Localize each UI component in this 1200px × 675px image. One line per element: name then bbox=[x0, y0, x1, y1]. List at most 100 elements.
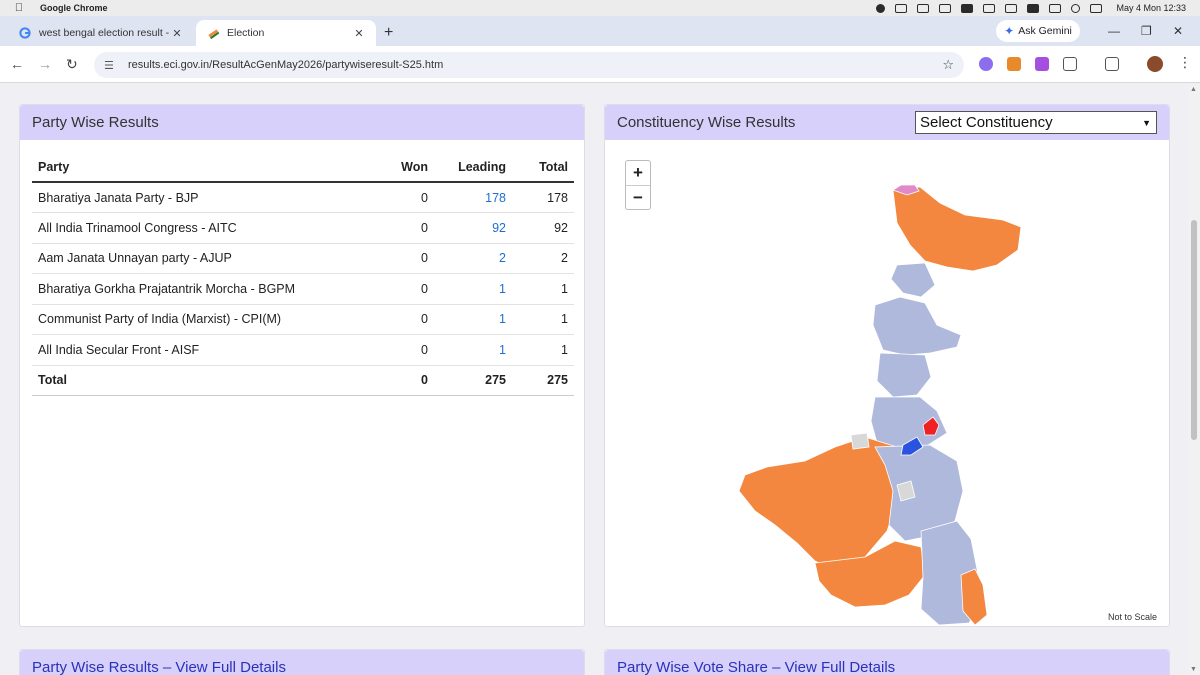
bookmark-star-icon[interactable]: ☆ bbox=[942, 57, 954, 73]
total-cell: 1 bbox=[512, 273, 574, 305]
map-region[interactable] bbox=[876, 352, 932, 398]
vote-share-full-details-card: Party Wise Vote Share – View Full Detail… bbox=[604, 649, 1170, 675]
col-party: Party bbox=[32, 152, 356, 183]
leading-cell[interactable]: 178 bbox=[434, 182, 512, 213]
table-row: Bharatiya Janata Party - BJP 0 178 178 bbox=[32, 182, 574, 213]
table-row: Bharatiya Gorkha Prajatantrik Morcha - B… bbox=[32, 273, 574, 305]
display-icon[interactable] bbox=[939, 3, 952, 13]
col-won: Won bbox=[356, 152, 434, 183]
leading-cell[interactable]: 1 bbox=[434, 334, 512, 366]
leading-cell[interactable]: 92 bbox=[434, 212, 512, 244]
table-row: All India Trinamool Congress - AITC 0 92 92 bbox=[32, 212, 574, 244]
extension-icon[interactable] bbox=[979, 57, 993, 71]
battery-icon[interactable] bbox=[961, 3, 974, 13]
zoom-out-button[interactable]: − bbox=[626, 185, 650, 209]
page-content: Party Wise Results Party Won Leading Tot… bbox=[0, 84, 1188, 675]
map-region[interactable] bbox=[850, 432, 870, 450]
extensions-puzzle-icon[interactable] bbox=[1063, 57, 1077, 71]
menu-bar:  Google Chrome May 4 Mon 12:33 bbox=[0, 0, 1200, 16]
back-icon[interactable]: ← bbox=[10, 56, 24, 72]
west-bengal-map[interactable] bbox=[725, 185, 1025, 625]
won-cell: 0 bbox=[356, 334, 434, 366]
apple-icon[interactable]:  bbox=[12, 2, 26, 14]
volume-icon[interactable] bbox=[983, 3, 996, 13]
map-region[interactable] bbox=[872, 296, 962, 356]
record-icon[interactable] bbox=[876, 3, 886, 13]
menubar-clock[interactable]: May 4 Mon 12:33 bbox=[1116, 3, 1186, 13]
party-name-cell: All India Secular Front - AISF bbox=[32, 334, 356, 366]
new-tab-button[interactable]: + bbox=[384, 24, 393, 42]
leading-cell[interactable]: 2 bbox=[434, 243, 512, 274]
tab-search[interactable]: west bengal election result - Go ✕ bbox=[8, 20, 194, 46]
site-info-icon[interactable]: ☰ bbox=[104, 59, 122, 72]
window-close-icon[interactable]: ✕ bbox=[1173, 24, 1183, 38]
map-zoom-control: + − bbox=[625, 160, 651, 210]
table-header-row: Party Won Leading Total bbox=[32, 152, 574, 183]
constituency-wise-results-card: Constituency Wise Results Select Constit… bbox=[604, 104, 1170, 627]
minimize-icon[interactable]: — bbox=[1108, 24, 1120, 38]
tab-election[interactable]: Election ✕ bbox=[196, 20, 376, 46]
map-area[interactable]: + − Not to Scale bbox=[605, 140, 1169, 626]
tab-title: Election bbox=[227, 27, 265, 39]
extension-icon[interactable] bbox=[1035, 57, 1049, 71]
table-row: Aam Janata Unnayan party - AJUP 0 2 2 bbox=[32, 243, 574, 274]
reload-icon[interactable]: ↻ bbox=[66, 56, 78, 73]
address-bar[interactable]: ☰ results.eci.gov.in/ResultAcGenMay2026/… bbox=[94, 52, 964, 78]
total-total: 275 bbox=[512, 365, 574, 396]
won-cell: 0 bbox=[356, 212, 434, 244]
gemini-spark-icon: ✦ bbox=[1004, 24, 1015, 38]
party-name-cell: Communist Party of India (Marxist) - CPI… bbox=[32, 304, 356, 335]
clipboard-icon[interactable] bbox=[1049, 3, 1062, 13]
party-name-cell: Bharatiya Gorkha Prajatantrik Morcha - B… bbox=[32, 273, 356, 305]
party-wise-results-card: Party Wise Results Party Won Leading Tot… bbox=[19, 104, 585, 627]
restore-icon[interactable]: ❐ bbox=[1141, 24, 1152, 38]
app-name[interactable]: Google Chrome bbox=[40, 3, 108, 13]
ask-gemini-label: Ask Gemini bbox=[1018, 25, 1072, 37]
table-row: All India Secular Front - AISF 0 1 1 bbox=[32, 334, 574, 366]
ask-gemini-button[interactable]: ✦ Ask Gemini bbox=[996, 20, 1080, 42]
close-icon[interactable]: ✕ bbox=[352, 27, 366, 40]
browser-toolbar: ← → ↻ ☰ results.eci.gov.in/ResultAcGenMa… bbox=[0, 46, 1200, 83]
tab-title: west bengal election result - Go bbox=[39, 27, 170, 39]
search-icon[interactable] bbox=[1071, 3, 1081, 13]
close-icon[interactable]: ✕ bbox=[170, 27, 184, 40]
won-cell: 0 bbox=[356, 273, 434, 305]
bluetooth-icon[interactable] bbox=[895, 3, 908, 13]
wifi-icon[interactable] bbox=[917, 3, 930, 13]
constituency-select[interactable]: Select Constituency ▼ bbox=[915, 111, 1157, 134]
map-region[interactable] bbox=[892, 186, 1022, 272]
not-to-scale-note: Not to Scale bbox=[1107, 612, 1157, 622]
profile-avatar[interactable] bbox=[1147, 56, 1163, 72]
total-cell: 178 bbox=[512, 182, 574, 213]
total-won: 0 bbox=[356, 365, 434, 396]
tab-search-icon[interactable] bbox=[1105, 57, 1119, 71]
page-scrollbar[interactable]: ▲ ▼ bbox=[1188, 84, 1200, 675]
leading-cell[interactable]: 1 bbox=[434, 304, 512, 335]
control-center-icon[interactable] bbox=[1090, 3, 1103, 13]
scroll-up-icon[interactable]: ▲ bbox=[1190, 86, 1197, 93]
eject-icon[interactable] bbox=[1005, 3, 1018, 13]
metamask-icon[interactable] bbox=[1007, 57, 1021, 71]
leading-cell[interactable]: 1 bbox=[434, 273, 512, 305]
won-cell: 0 bbox=[356, 182, 434, 213]
total-leading: 275 bbox=[434, 365, 512, 396]
map-region[interactable] bbox=[890, 262, 936, 298]
keyboard-icon[interactable] bbox=[1027, 3, 1040, 13]
eci-icon bbox=[206, 27, 219, 40]
scrollbar-thumb[interactable] bbox=[1191, 220, 1197, 440]
col-leading: Leading bbox=[434, 152, 512, 183]
chevron-down-icon: ▼ bbox=[1142, 117, 1151, 128]
scroll-down-icon[interactable]: ▼ bbox=[1190, 666, 1197, 673]
constituency-select-value: Select Constituency bbox=[920, 114, 1053, 131]
party-name-cell: Bharatiya Janata Party - BJP bbox=[32, 182, 356, 213]
google-g-icon bbox=[18, 27, 31, 40]
won-cell: 0 bbox=[356, 243, 434, 274]
party-name-cell: All India Trinamool Congress - AITC bbox=[32, 212, 356, 244]
menu-kebab-icon[interactable]: ⋮ bbox=[1178, 54, 1192, 71]
url-text[interactable]: results.eci.gov.in/ResultAcGenMay2026/pa… bbox=[128, 59, 942, 71]
forward-icon[interactable]: → bbox=[38, 56, 52, 72]
party-full-details-link[interactable]: Party Wise Results – View Full Details bbox=[20, 650, 584, 675]
total-cell: 1 bbox=[512, 304, 574, 335]
vote-share-full-details-link[interactable]: Party Wise Vote Share – View Full Detail… bbox=[605, 650, 1169, 675]
zoom-in-button[interactable]: + bbox=[626, 161, 650, 185]
